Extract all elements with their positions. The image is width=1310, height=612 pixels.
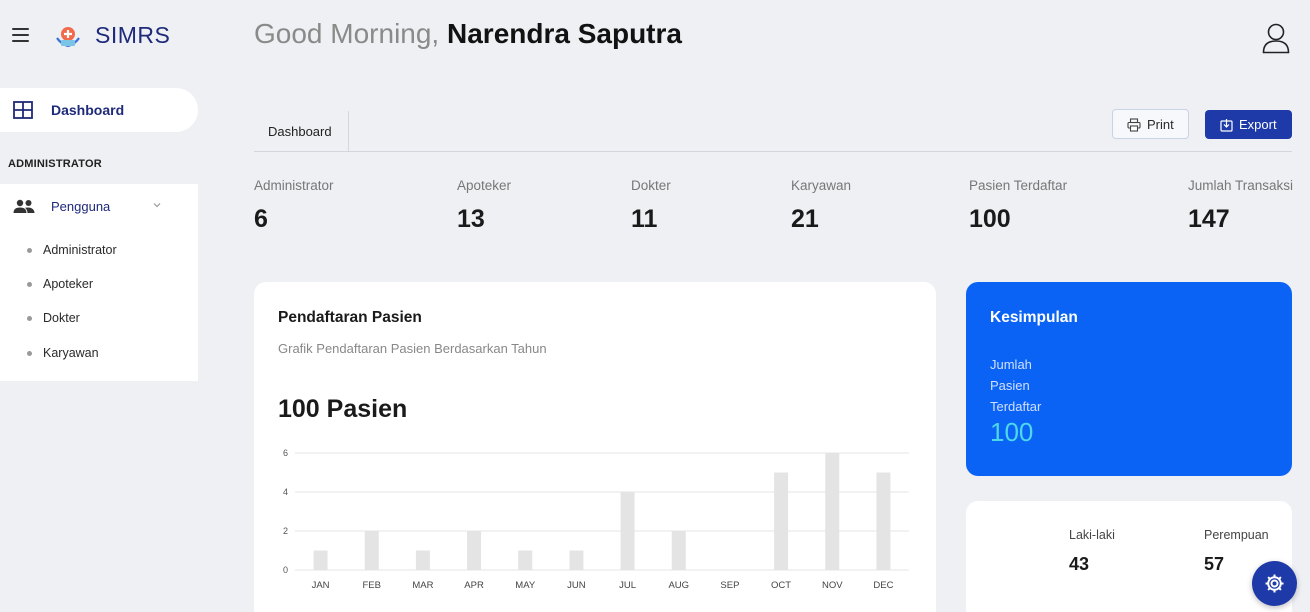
page-greeting: Good Morning, Narendra Saputra: [254, 18, 682, 50]
export-button[interactable]: Export: [1205, 110, 1292, 139]
bullet-icon: [27, 248, 32, 253]
chart-bar: [620, 492, 635, 570]
printer-icon: [1127, 118, 1141, 132]
sidebar-item-pengguna[interactable]: Pengguna: [0, 184, 198, 226]
chevron-down-icon: [153, 203, 161, 208]
sidebar-subitem-label: Dokter: [43, 311, 80, 325]
stat-karyawan: Karyawan 21: [791, 178, 851, 234]
stat-label: Pasien Terdaftar: [969, 178, 1068, 193]
y-tick-label: 6: [283, 448, 288, 458]
gender-label: Laki-laki: [1069, 528, 1115, 542]
chart-bar: [364, 531, 379, 570]
summary-title: Kesimpulan: [990, 309, 1078, 326]
x-tick-label: OCT: [771, 580, 791, 591]
people-icon: [13, 199, 35, 213]
sidebar-subitem-label: Karyawan: [43, 346, 99, 360]
chart-bar: [518, 550, 533, 570]
stat-value: 11: [631, 205, 658, 233]
summary-label: Jumlah Pasien Terdaftar: [990, 357, 1042, 414]
chart-bar: [671, 531, 686, 570]
gear-icon: [1265, 574, 1284, 593]
y-tick-label: 0: [283, 565, 288, 575]
x-tick-label: AUG: [668, 580, 689, 591]
settings-button[interactable]: [1252, 561, 1297, 606]
hospital-logo-icon: [56, 27, 80, 48]
stat-value: 147: [1188, 205, 1230, 233]
sidebar-item-dashboard[interactable]: Dashboard: [0, 88, 198, 132]
stat-label: Dokter: [631, 178, 671, 193]
gender-male: Laki-laki 43: [1069, 528, 1115, 575]
summary-value: 100: [990, 417, 1034, 447]
tab-dashboard[interactable]: Dashboard: [254, 111, 349, 151]
chart-bar: [825, 453, 840, 570]
stat-dokter: Dokter 11: [631, 178, 671, 234]
app-brand[interactable]: SIMRS: [95, 22, 170, 49]
stat-pasien-terdaftar: Pasien Terdaftar 100: [969, 178, 1067, 234]
x-tick-label: MAR: [412, 580, 433, 591]
x-tick-label: MAY: [515, 580, 536, 591]
chart-bar: [876, 472, 891, 570]
stat-label: Jumlah Transaksi: [1188, 178, 1294, 193]
sidebar-subitem-apoteker[interactable]: Apoteker: [0, 271, 198, 297]
sidebar-submenu-panel: Pengguna Administrator Apoteker Dokter K…: [0, 184, 198, 381]
x-tick-label: JAN: [312, 580, 330, 591]
chart-bar: [313, 550, 328, 570]
user-icon[interactable]: [1262, 22, 1290, 54]
sidebar-subitem-label: Administrator: [43, 243, 117, 257]
stat-value: 6: [254, 205, 268, 233]
chart-bar: [569, 550, 584, 570]
greeting-user-name: Narendra Saputra: [447, 18, 682, 49]
sidebar-subitem-karyawan[interactable]: Karyawan: [0, 340, 198, 366]
summary-card: Kesimpulan Jumlah Pasien Terdaftar 100: [966, 282, 1292, 476]
chart-bar: [415, 550, 430, 570]
bar-chart: 0 2 4 6 JAN FEB MAR APR MAY JUN JUL AUG SEP OCT NOV DEC: [283, 448, 909, 591]
chart-card: Pendaftaran Pasien Grafik Pendaftaran Pa…: [254, 282, 936, 612]
sidebar-item-label: Dashboard: [51, 102, 125, 118]
print-button[interactable]: Print: [1112, 109, 1189, 139]
bullet-icon: [27, 351, 32, 356]
hamburger-icon[interactable]: [12, 28, 29, 42]
print-button-label: Print: [1147, 117, 1174, 132]
y-tick-label: 2: [283, 526, 288, 536]
x-tick-label: FEB: [363, 580, 381, 591]
stat-value: 13: [457, 205, 485, 233]
stat-label: Apoteker: [457, 178, 512, 193]
bullet-icon: [27, 316, 32, 321]
x-tick-label: APR: [464, 580, 484, 591]
gender-card: Laki-laki 43 Perempuan 57: [966, 501, 1292, 612]
x-tick-label: NOV: [822, 580, 843, 591]
x-tick-label: SEP: [720, 580, 739, 591]
stat-value: 21: [791, 205, 819, 233]
sidebar-subitem-dokter[interactable]: Dokter: [0, 305, 198, 331]
x-tick-label: DEC: [873, 580, 893, 591]
stat-label: Administrator: [254, 178, 334, 193]
stat-apoteker: Apoteker 13: [457, 178, 511, 234]
greeting-prefix: Good Morning,: [254, 18, 440, 49]
tab-divider: [254, 151, 1292, 152]
chart-bar: [467, 531, 482, 570]
y-tick-label: 4: [283, 487, 288, 497]
x-tick-label: JUN: [567, 580, 586, 591]
sidebar-subitem-administrator[interactable]: Administrator: [0, 237, 198, 263]
stat-label: Karyawan: [791, 178, 852, 193]
export-button-label: Export: [1239, 117, 1277, 132]
export-icon: [1220, 119, 1233, 132]
sidebar-item-label: Pengguna: [51, 199, 111, 214]
grid-icon: [13, 101, 33, 119]
x-tick-label: JUL: [619, 580, 636, 591]
bullet-icon: [27, 282, 32, 287]
gender-value: 43: [1069, 554, 1090, 574]
stat-administrator: Administrator 6: [254, 178, 334, 234]
gender-label: Perempuan: [1204, 528, 1269, 542]
stat-value: 100: [969, 205, 1011, 233]
sidebar-section-title: ADMINISTRATOR: [8, 158, 102, 170]
sidebar-subitem-label: Apoteker: [43, 277, 94, 291]
stat-jumlah-transaksi: Jumlah Transaksi 147: [1188, 178, 1293, 234]
tab-label: Dashboard: [268, 124, 332, 139]
chart-bar: [774, 472, 789, 570]
